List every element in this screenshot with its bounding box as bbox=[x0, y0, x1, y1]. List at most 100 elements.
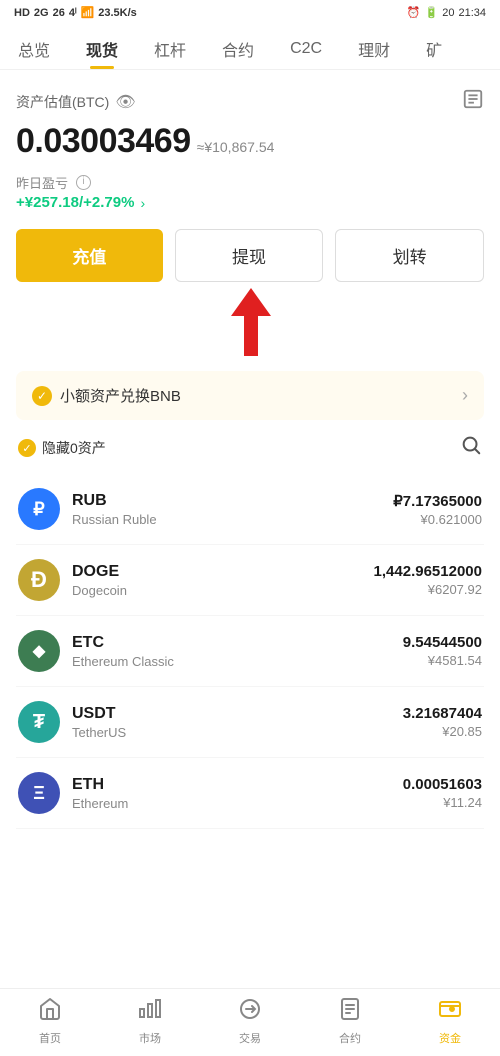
pnl-arrow: › bbox=[140, 195, 145, 211]
rub-amount: ₽7.17365000 bbox=[393, 492, 482, 510]
nav-tabs: 总览 现货 杠杆 合约 C2C 理财 矿 bbox=[0, 25, 500, 70]
signal-2g: 2G bbox=[34, 7, 49, 19]
search-icon[interactable] bbox=[460, 434, 482, 462]
status-left: HD 2G 26 4ˡ 📶 23.5K/s bbox=[14, 6, 137, 19]
eth-coin-info: ETH Ethereum bbox=[72, 776, 403, 811]
rub-cny: ¥0.621000 bbox=[393, 512, 482, 527]
tab-leverage[interactable]: 杠杆 bbox=[136, 29, 204, 69]
bottom-nav-assets[interactable]: 资金 bbox=[400, 989, 500, 1056]
eth-values: 0.00051603 ¥11.24 bbox=[403, 776, 482, 810]
hide-zero-toggle[interactable]: ✓ 隐藏0资产 bbox=[18, 438, 106, 458]
alarm-icon: ⏰ bbox=[407, 6, 421, 19]
hide-zero-label: 隐藏0资产 bbox=[42, 438, 106, 458]
etc-amount: 9.54544500 bbox=[403, 634, 482, 651]
bnb-banner[interactable]: ✓ 小额资产兑换BNB › bbox=[16, 371, 484, 420]
bottom-nav-market-label: 市场 bbox=[139, 1030, 161, 1046]
time-display: 21:34 bbox=[458, 7, 486, 19]
bnb-banner-arrow: › bbox=[462, 385, 468, 406]
hd-indicator: HD bbox=[14, 7, 30, 19]
assets-list-header: ✓ 隐藏0资产 bbox=[16, 434, 484, 462]
recharge-button[interactable]: 充值 bbox=[16, 229, 163, 282]
asset-item-etc[interactable]: ◆ ETC Ethereum Classic 9.54544500 ¥4581.… bbox=[16, 616, 484, 687]
eth-name: Ethereum bbox=[72, 796, 403, 811]
arrow-up-indicator bbox=[226, 288, 276, 361]
bottom-nav-trade-label: 交易 bbox=[239, 1030, 261, 1046]
asset-label-text: 资产估值(BTC) bbox=[16, 92, 109, 112]
status-right: ⏰ 🔋 20 21:34 bbox=[407, 6, 486, 19]
bottom-nav-contract-label: 合约 bbox=[339, 1030, 361, 1046]
rub-name: Russian Ruble bbox=[72, 512, 393, 527]
etc-name: Ethereum Classic bbox=[72, 654, 403, 669]
asset-header: 资产估值(BTC) 👁 bbox=[16, 88, 484, 116]
etc-values: 9.54544500 ¥4581.54 bbox=[403, 634, 482, 668]
etc-coin-icon: ◆ bbox=[18, 630, 60, 672]
bnb-banner-left: ✓ 小额资产兑换BNB bbox=[32, 385, 181, 406]
bottom-nav-home-label: 首页 bbox=[39, 1030, 61, 1046]
doge-values: 1,442.96512000 ¥6207.92 bbox=[374, 563, 482, 597]
eth-coin-icon: Ξ bbox=[18, 772, 60, 814]
receipt-icon[interactable] bbox=[462, 88, 484, 116]
rub-coin-info: RUB Russian Ruble bbox=[72, 492, 393, 527]
doge-coin-icon: Ð bbox=[18, 559, 60, 601]
tab-overview[interactable]: 总览 bbox=[0, 29, 68, 69]
pnl-value: +¥257.18/+2.79% bbox=[16, 194, 134, 211]
eye-icon[interactable]: 👁 bbox=[115, 92, 135, 112]
eth-amount: 0.00051603 bbox=[403, 776, 482, 793]
pnl-value-row: +¥257.18/+2.79% › bbox=[16, 194, 484, 211]
trade-icon bbox=[238, 997, 262, 1027]
usdt-cny: ¥20.85 bbox=[403, 724, 482, 739]
signal-strength: 26 bbox=[53, 7, 65, 19]
bnb-check-icon: ✓ bbox=[32, 386, 52, 406]
btc-value-row: 0.03003469 ≈¥10,867.54 bbox=[16, 122, 484, 163]
pnl-row: 昨日盈亏 i bbox=[16, 173, 484, 192]
doge-amount: 1,442.96512000 bbox=[374, 563, 482, 580]
usdt-coin-info: USDT TetherUS bbox=[72, 705, 403, 740]
etc-cny: ¥4581.54 bbox=[403, 653, 482, 668]
asset-item-doge[interactable]: Ð DOGE Dogecoin 1,442.96512000 ¥6207.92 bbox=[16, 545, 484, 616]
main-content: 资产估值(BTC) 👁 0.03003469 ≈¥10,867.54 昨日盈亏 … bbox=[0, 70, 500, 909]
transfer-button[interactable]: 划转 bbox=[335, 229, 484, 282]
asset-item-eth[interactable]: Ξ ETH Ethereum 0.00051603 ¥11.24 bbox=[16, 758, 484, 829]
usdt-values: 3.21687404 ¥20.85 bbox=[403, 705, 482, 739]
info-icon[interactable]: i bbox=[76, 175, 91, 190]
arrow-indicator-container bbox=[16, 288, 484, 361]
battery-level: 20 bbox=[442, 7, 454, 19]
tab-mine[interactable]: 矿 bbox=[408, 29, 460, 69]
withdraw-button[interactable]: 提现 bbox=[175, 229, 324, 282]
usdt-symbol: USDT bbox=[72, 705, 403, 723]
action-buttons: 充值 提现 划转 bbox=[16, 229, 484, 282]
battery-icon: 🔋 bbox=[425, 6, 439, 19]
asset-label: 资产估值(BTC) 👁 bbox=[16, 92, 136, 112]
bottom-nav-home[interactable]: 首页 bbox=[0, 989, 100, 1056]
assets-icon bbox=[438, 997, 462, 1027]
bnb-banner-text: 小额资产兑换BNB bbox=[60, 385, 181, 406]
doge-cny: ¥6207.92 bbox=[374, 582, 482, 597]
eth-symbol: ETH bbox=[72, 776, 403, 794]
tab-finance[interactable]: 理财 bbox=[340, 29, 408, 69]
doge-name: Dogecoin bbox=[72, 583, 374, 598]
rub-values: ₽7.17365000 ¥0.621000 bbox=[393, 492, 482, 527]
asset-item-rub[interactable]: ₽ RUB Russian Ruble ₽7.17365000 ¥0.62100… bbox=[16, 474, 484, 545]
asset-item-usdt[interactable]: ₮ USDT TetherUS 3.21687404 ¥20.85 bbox=[16, 687, 484, 758]
tab-contract[interactable]: 合约 bbox=[204, 29, 272, 69]
doge-symbol: DOGE bbox=[72, 563, 374, 581]
contract-icon bbox=[338, 997, 362, 1027]
etc-coin-info: ETC Ethereum Classic bbox=[72, 634, 403, 669]
eth-cny: ¥11.24 bbox=[403, 795, 482, 810]
bottom-nav-trade[interactable]: 交易 bbox=[200, 989, 300, 1056]
speed-indicator: 23.5K/s bbox=[98, 7, 137, 19]
btc-value: 0.03003469 bbox=[16, 122, 191, 161]
red-up-arrow-svg bbox=[226, 288, 276, 356]
bottom-nav-market[interactable]: 市场 bbox=[100, 989, 200, 1056]
cny-approx: ≈¥10,867.54 bbox=[197, 139, 275, 155]
usdt-amount: 3.21687404 bbox=[403, 705, 482, 722]
wifi-icon: 📶 bbox=[81, 6, 95, 19]
usdt-name: TetherUS bbox=[72, 725, 403, 740]
market-icon bbox=[138, 997, 162, 1027]
rub-coin-icon: ₽ bbox=[18, 488, 60, 530]
bottom-nav-contract[interactable]: 合约 bbox=[300, 989, 400, 1056]
home-icon bbox=[38, 997, 62, 1027]
usdt-coin-icon: ₮ bbox=[18, 701, 60, 743]
tab-c2c[interactable]: C2C bbox=[272, 32, 340, 66]
tab-spot[interactable]: 现货 bbox=[68, 29, 136, 69]
